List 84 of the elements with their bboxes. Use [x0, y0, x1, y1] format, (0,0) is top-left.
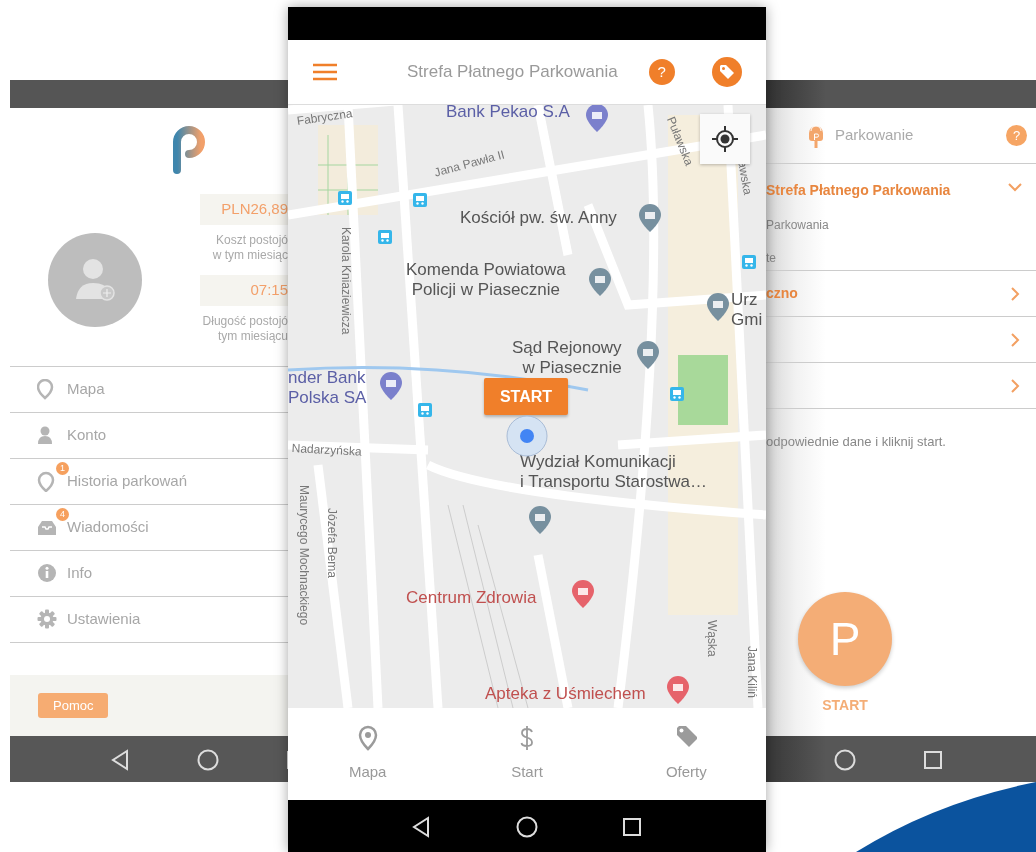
bus-stop-icon — [378, 230, 392, 244]
offers-button[interactable] — [711, 57, 742, 87]
notification-badge: 1 — [56, 462, 69, 475]
bus-stop-icon — [338, 191, 352, 205]
stat-caption: Długość postojó tym miesiącu — [202, 314, 288, 344]
bus-stop-icon — [413, 193, 427, 207]
bus-stop-icon — [670, 387, 684, 401]
map-pin-icon[interactable] — [636, 340, 660, 370]
menu-icon[interactable] — [313, 62, 337, 82]
menu-item[interactable]: Info — [10, 550, 288, 596]
place-label: Komenda Powiatowa Policji w Piasecznie — [406, 260, 566, 300]
start-callout-button[interactable]: START — [484, 378, 568, 415]
menu-item[interactable]: Konto — [10, 412, 288, 458]
street-label: Józefa Bema — [324, 508, 338, 579]
place-label: Apteka z Uśmiechem — [485, 684, 646, 704]
section-title: Strefa Płatnego Parkowania — [766, 181, 951, 200]
place-label: Centrum Zdrowia — [406, 588, 537, 608]
section-detail: Parkowania — [766, 217, 830, 234]
map-pin-icon[interactable] — [379, 371, 403, 401]
map-pin-icon[interactable] — [528, 505, 552, 535]
map-pin-icon[interactable] — [638, 203, 662, 233]
chevron-down-icon[interactable] — [1008, 180, 1022, 194]
street-label: Karola Kniaziewicza — [338, 227, 352, 335]
section-detail: te — [766, 250, 777, 267]
help-button[interactable]: ? — [1006, 125, 1027, 146]
chevron-right-icon[interactable] — [1008, 332, 1022, 347]
locate-icon — [712, 126, 738, 152]
map-pin-icon[interactable] — [666, 675, 690, 705]
tab[interactable]: Oferty — [606, 708, 766, 800]
place-label: Kościół pw. św. Anny — [460, 208, 617, 228]
place-label: Urz Gmi — [731, 290, 763, 330]
street-label: Maurycego Mochnackiego — [296, 485, 310, 626]
chevron-right-icon[interactable] — [1008, 286, 1022, 301]
start-label: START — [822, 696, 868, 715]
menu-item[interactable]: Wiadomości 4 — [10, 504, 288, 550]
chevron-right-icon[interactable] — [1008, 378, 1022, 393]
notification-badge: 4 — [56, 508, 69, 521]
map-pin-icon[interactable] — [571, 579, 595, 609]
logo-icon — [171, 124, 207, 174]
street-label: Fabryczna — [296, 107, 354, 129]
stat-caption: Koszt postojó w tym miesiąc — [212, 233, 288, 263]
back-icon[interactable] — [411, 815, 431, 838]
section-title: czno — [766, 284, 798, 303]
menu-item-label: Wiadomości — [67, 517, 149, 538]
map-pin-icon — [37, 471, 57, 492]
help-button[interactable]: Pomoc — [38, 692, 109, 719]
street-label: Jana Kiliń — [744, 646, 758, 699]
map-pin-icon[interactable] — [585, 105, 609, 133]
tag-icon — [718, 64, 735, 80]
location-dot-icon — [506, 415, 548, 457]
tab[interactable]: Start — [447, 708, 607, 800]
street-label: Nadarzyńska — [291, 442, 362, 460]
map-pin-icon — [356, 724, 379, 751]
place-label: Wydział Komunikacji i Transportu Starostwa… — [520, 452, 708, 492]
menu-item-label: Konto — [67, 425, 107, 446]
menu-item[interactable]: Ustawienia — [10, 596, 288, 642]
street-label: Wąska — [704, 620, 718, 657]
avatar-placeholder-icon[interactable] — [48, 233, 142, 327]
place-label: nder Bank Polska SA — [288, 368, 367, 408]
map-pin-icon[interactable] — [706, 292, 730, 322]
recents-icon[interactable] — [623, 817, 641, 836]
screen-title: Strefa Płatnego Parkowania — [407, 61, 618, 84]
place-label: Bank Pekao S.A — [446, 105, 570, 122]
locate-button[interactable] — [700, 114, 750, 164]
menu-item-label: Mapa — [67, 379, 105, 400]
info-icon — [37, 563, 57, 584]
settings-icon — [37, 609, 57, 630]
menu-item-label: Ustawienia — [67, 609, 141, 630]
screen-title: Parkowanie — [835, 125, 915, 146]
menu-item-label: Info — [67, 563, 93, 584]
street-label: Jana Pawła II — [433, 148, 507, 181]
menu-item-label: Historia parkowań — [67, 471, 188, 492]
help-button[interactable]: ? — [648, 59, 675, 85]
bus-stop-icon — [418, 403, 432, 417]
home-icon[interactable] — [516, 815, 538, 838]
place-label: Sąd Rejonowy w Piasecznie — [512, 338, 622, 378]
menu-item[interactable]: Historia parkowań 1 — [10, 458, 288, 504]
bus-stop-icon — [742, 255, 756, 269]
stat-value: 07:15 — [200, 275, 288, 306]
stat-value: PLN26,89 — [200, 194, 288, 225]
start-parking-button[interactable]: P — [798, 592, 892, 686]
menu-item[interactable]: Mapa — [10, 366, 288, 412]
map-pin-icon[interactable] — [588, 267, 612, 297]
tab[interactable]: Mapa — [288, 708, 448, 800]
